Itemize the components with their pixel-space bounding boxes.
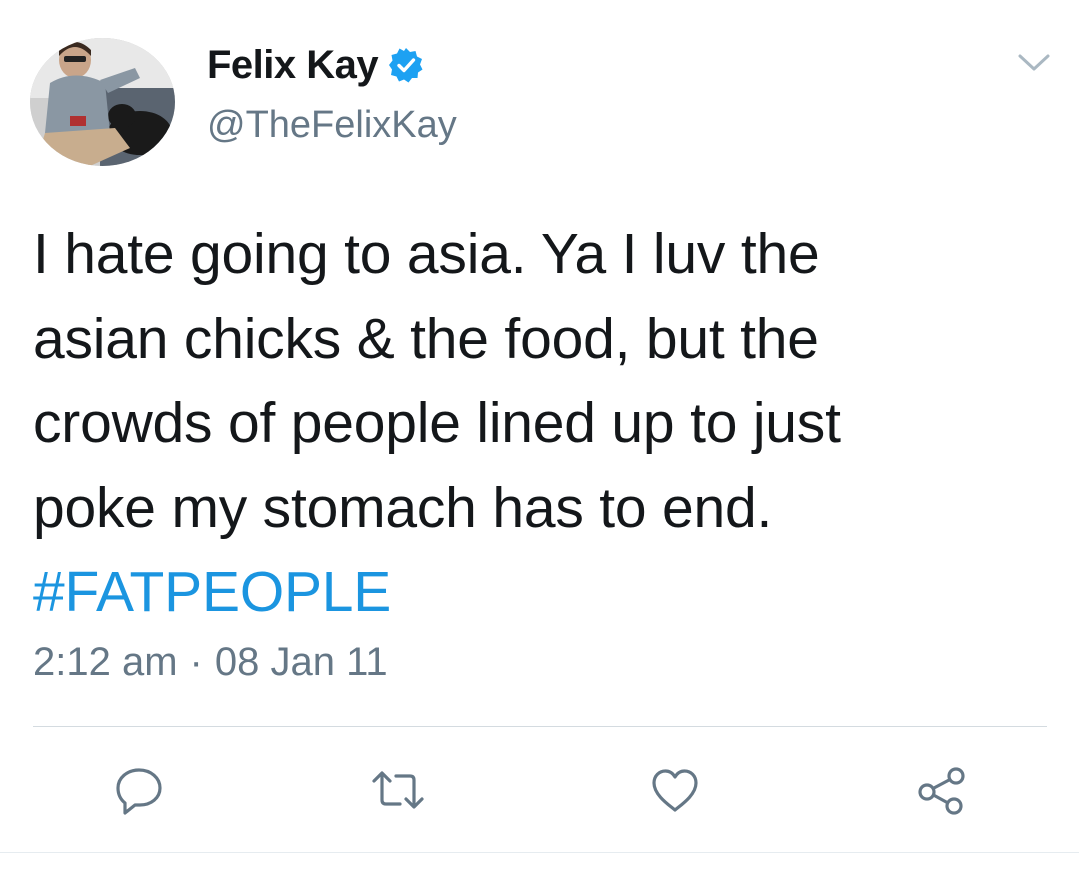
tweet-text-line: poke my stomach has to end. bbox=[33, 475, 773, 540]
tweet-time: 2:12 am bbox=[33, 640, 178, 684]
avatar-photo bbox=[30, 38, 175, 166]
bottom-divider bbox=[0, 852, 1079, 853]
tweet-timestamp[interactable]: 2:12 am · 08 Jan 11 bbox=[33, 640, 388, 685]
like-button[interactable] bbox=[643, 760, 707, 824]
share-icon bbox=[914, 762, 970, 823]
tweet-text-line: crowds of people lined up to just bbox=[33, 391, 841, 455]
user-handle[interactable]: @TheFelixKay bbox=[207, 104, 457, 147]
tweet-card: Felix Kay @TheFelixKay I hate going to a… bbox=[0, 0, 1079, 874]
tweet-date: 08 Jan 11 bbox=[214, 640, 388, 684]
display-name[interactable]: Felix Kay bbox=[207, 43, 379, 88]
avatar[interactable] bbox=[30, 38, 175, 166]
chevron-down-icon[interactable] bbox=[1016, 52, 1052, 74]
hashtag-link[interactable]: #FATPEOPLE bbox=[33, 550, 1033, 635]
tweet-text-line: I hate going to asia. Ya I luv the bbox=[33, 222, 820, 286]
share-button[interactable] bbox=[910, 760, 974, 824]
retweet-icon bbox=[370, 764, 426, 821]
verified-badge-icon bbox=[388, 47, 424, 83]
action-bar bbox=[0, 760, 1079, 824]
like-icon bbox=[649, 764, 701, 821]
name-row: Felix Kay bbox=[207, 40, 424, 90]
divider bbox=[33, 726, 1047, 727]
timestamp-separator: · bbox=[189, 640, 203, 684]
retweet-button[interactable] bbox=[366, 760, 430, 824]
reply-icon bbox=[113, 764, 165, 821]
tweet-text-line: asian chicks & the food, but the bbox=[33, 306, 819, 371]
reply-button[interactable] bbox=[107, 760, 171, 824]
tweet-text: I hate going to asia. Ya I luv the asian… bbox=[33, 212, 1033, 635]
